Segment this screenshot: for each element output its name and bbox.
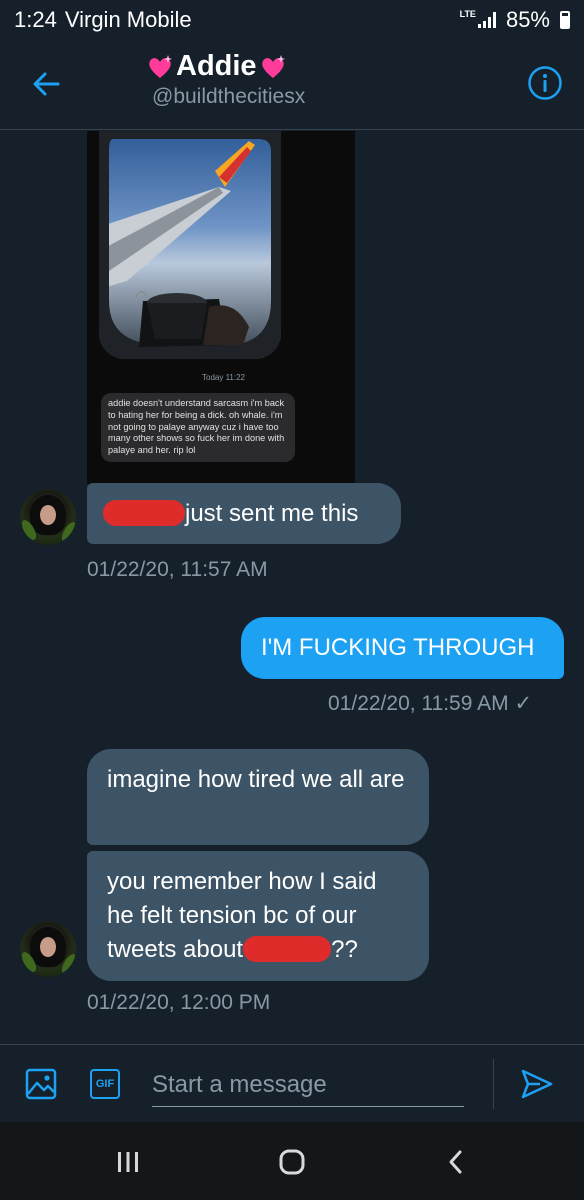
incoming-message-bubble[interactable]: just sent me this [87, 483, 401, 544]
message-text: just sent me this [185, 500, 359, 527]
message-composer: GIF [0, 1044, 584, 1122]
add-image-button[interactable] [24, 1067, 58, 1101]
info-button[interactable] [526, 64, 564, 102]
incoming-message-bubble[interactable]: imagine how tired we all are [87, 749, 429, 845]
arrow-left-icon [33, 72, 60, 96]
shared-screenshot-image[interactable]: Today 11:22 addie doesn't understand sar… [87, 131, 355, 484]
battery-icon [560, 11, 570, 29]
conversation-thread[interactable]: Today 11:22 addie doesn't understand sar… [0, 131, 584, 1043]
message-timestamp: 01/22/20, 11:59 AM ✓ [328, 692, 533, 715]
message-input[interactable] [152, 1063, 464, 1107]
battery-percent: 85% [505, 7, 550, 32]
signal-icon [477, 12, 496, 28]
message-timestamp: 01/22/20, 11:57 AM [87, 558, 268, 581]
status-bar: 1:24 Virgin Mobile LTE 85% [0, 0, 584, 40]
screenshot-day-label: Today 11:22 [202, 373, 245, 382]
airplane-window-photo [99, 131, 281, 359]
recent-apps-icon [118, 1152, 138, 1172]
outgoing-message-bubble[interactable]: I'M FUCKING THROUGH [241, 617, 564, 679]
avatar[interactable] [20, 921, 76, 977]
system-navigation-bar [0, 1122, 584, 1200]
image-icon [25, 1068, 57, 1100]
delivered-check-icon: ✓ [514, 692, 533, 715]
gif-icon: GIF [90, 1069, 120, 1099]
add-gif-button[interactable]: GIF [88, 1067, 122, 1101]
contact-handle: @buildthecitiesx [152, 85, 306, 108]
redaction-mark [103, 499, 185, 526]
info-icon [528, 66, 562, 100]
message-timestamp: 01/22/20, 12:00 PM [87, 991, 271, 1014]
sparkling-heart-icon [261, 54, 285, 78]
header-titles[interactable]: Addie @buildthecitiesx [146, 50, 446, 109]
lte-label: LTE [459, 8, 476, 19]
status-carrier: Virgin Mobile [64, 7, 192, 32]
home-button[interactable] [272, 1146, 312, 1178]
contact-name-row: Addie [146, 50, 446, 83]
back-button[interactable] [28, 66, 64, 102]
screenshot-message-text: addie doesn't understand sarcasm i'm bac… [101, 393, 295, 462]
avatar[interactable] [20, 489, 76, 545]
send-button[interactable] [520, 1067, 554, 1101]
home-icon [279, 1149, 305, 1175]
send-icon [521, 1069, 553, 1099]
composer-divider [493, 1059, 494, 1109]
system-back-button[interactable] [436, 1146, 476, 1178]
back-chevron-icon [449, 1150, 462, 1174]
message-text: imagine how tired we all are [107, 766, 405, 793]
contact-name: Addie [176, 50, 257, 82]
message-text: I'M FUCKING THROUGH [261, 634, 535, 661]
status-time: 1:24 [14, 7, 57, 32]
sparkling-heart-icon [149, 54, 172, 78]
incoming-message-bubble[interactable]: you remember how I said he felt tension … [87, 851, 429, 981]
redaction-mark [243, 935, 332, 962]
message-text-suffix: ?? [331, 936, 358, 963]
recent-apps-button[interactable] [108, 1146, 148, 1178]
conversation-header: Addie @buildthecitiesx [0, 40, 584, 130]
